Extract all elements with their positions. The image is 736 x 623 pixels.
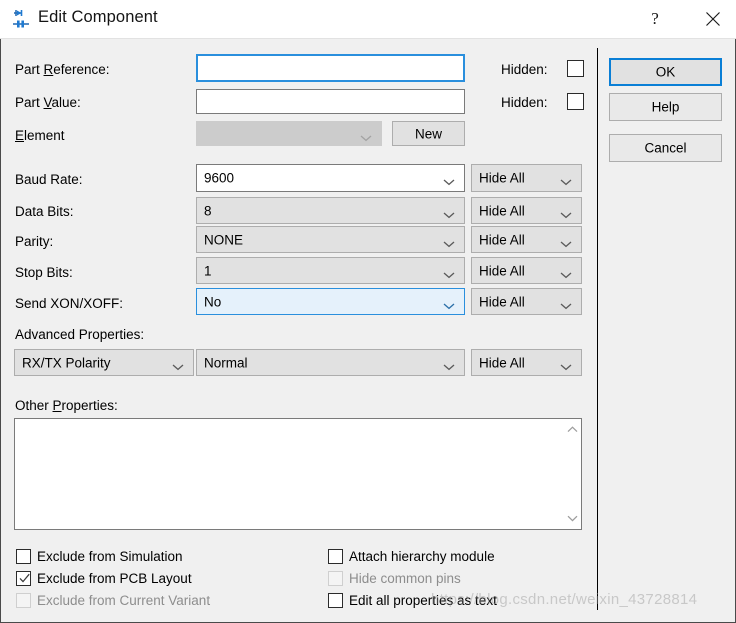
panel-divider	[597, 48, 598, 610]
baud-rate-label: Baud Rate:	[15, 172, 83, 187]
baud-rate-value: 9600	[204, 170, 235, 186]
stop-bits-label: Stop Bits:	[15, 265, 73, 280]
chevron-down-icon	[560, 236, 572, 247]
chevron-down-icon	[443, 207, 455, 218]
baud-rate-dropdown[interactable]: 9600	[196, 164, 465, 192]
chevron-down-icon	[360, 130, 372, 141]
hide-common-pins-label: Hide common pins	[349, 571, 461, 586]
ok-button[interactable]: OK	[609, 58, 722, 86]
advanced-property-value: Normal	[204, 355, 248, 370]
help-titlebar-button[interactable]: ?	[632, 0, 678, 38]
hide-common-pins-checkbox	[328, 571, 343, 586]
data-bits-label: Data Bits:	[15, 204, 74, 219]
part-value-input[interactable]	[196, 89, 465, 114]
element-label: Element	[15, 128, 65, 143]
advanced-property-name-value: RX/TX Polarity	[22, 355, 111, 370]
exclude-from-current-variant-checkbox	[16, 593, 31, 608]
advanced-property-visibility-dropdown[interactable]: Hide All	[471, 349, 582, 376]
exclude-from-current-variant-label: Exclude from Current Variant	[37, 593, 211, 608]
part-reference-label: Part Reference:	[15, 62, 110, 77]
attach-hierarchy-module-checkbox[interactable]	[328, 549, 343, 564]
exclude-from-pcb-layout-checkbox[interactable]	[16, 571, 31, 586]
question-mark-icon: ?	[651, 9, 659, 28]
title-bar: Edit Component ?	[0, 0, 736, 39]
advanced-property-value-dropdown[interactable]: Normal	[196, 349, 465, 376]
part-value-label: Part Value:	[15, 95, 81, 110]
other-properties-scrollbar[interactable]	[563, 419, 581, 529]
part-value-hidden-checkbox[interactable]	[567, 93, 584, 110]
cancel-button[interactable]: Cancel	[609, 134, 722, 162]
chevron-down-icon	[560, 174, 572, 186]
chevron-down-icon	[560, 298, 572, 309]
stop-bits-visibility-dropdown[interactable]: Hide All	[471, 257, 582, 284]
stop-bits-visibility-value: Hide All	[479, 263, 525, 278]
send-xon-xoff-dropdown[interactable]: No	[196, 288, 465, 315]
send-xon-xoff-value: No	[204, 294, 222, 309]
component-diode-icon	[10, 8, 32, 30]
advanced-property-visibility-value: Hide All	[479, 355, 525, 370]
element-dropdown	[196, 121, 382, 146]
send-xon-xoff-visibility-value: Hide All	[479, 294, 525, 309]
part-reference-input[interactable]	[196, 54, 465, 82]
help-button[interactable]: Help	[609, 93, 722, 121]
send-xon-xoff-label: Send XON/XOFF:	[15, 296, 124, 311]
chevron-down-icon	[172, 359, 184, 370]
exclude-from-simulation-label: Exclude from Simulation	[37, 549, 183, 564]
chevron-down-icon	[443, 174, 455, 186]
parity-label: Parity:	[15, 234, 54, 249]
baud-rate-visibility-value: Hide All	[479, 170, 525, 186]
other-properties-textarea[interactable]	[14, 418, 582, 530]
watermark-text: https://blog.csdn.net/weixin_43728814	[431, 591, 698, 608]
advanced-properties-label: Advanced Properties:	[15, 327, 145, 342]
exclude-from-pcb-layout-label: Exclude from PCB Layout	[37, 571, 192, 586]
attach-hierarchy-module-label: Attach hierarchy module	[349, 549, 495, 564]
stop-bits-dropdown[interactable]: 1	[196, 257, 465, 284]
chevron-down-icon	[443, 298, 455, 309]
edit-all-properties-as-text-checkbox[interactable]	[328, 593, 343, 608]
chevron-down-icon	[443, 236, 455, 247]
send-xon-xoff-visibility-dropdown[interactable]: Hide All	[471, 288, 582, 315]
data-bits-visibility-value: Hide All	[479, 203, 525, 218]
new-element-button[interactable]: New	[392, 121, 465, 146]
chevron-down-icon	[560, 267, 572, 278]
part-value-hidden-label: Hidden:	[501, 95, 548, 110]
parity-visibility-value: Hide All	[479, 232, 525, 247]
parity-dropdown[interactable]: NONE	[196, 226, 465, 253]
other-properties-label: Other Properties:	[15, 398, 118, 413]
chevron-down-icon	[560, 207, 572, 218]
part-reference-hidden-checkbox[interactable]	[567, 60, 584, 77]
data-bits-value: 8	[204, 203, 212, 218]
parity-value: NONE	[204, 232, 244, 247]
data-bits-dropdown[interactable]: 8	[196, 197, 465, 224]
edit-component-dialog: Edit Component ? Part Reference: Hidden:…	[0, 0, 736, 623]
baud-rate-visibility-dropdown[interactable]: Hide All	[471, 164, 582, 192]
close-window-button[interactable]	[690, 0, 736, 38]
chevron-down-icon	[443, 359, 455, 370]
scroll-up-icon[interactable]	[564, 421, 581, 438]
data-bits-visibility-dropdown[interactable]: Hide All	[471, 197, 582, 224]
parity-visibility-dropdown[interactable]: Hide All	[471, 226, 582, 253]
part-reference-hidden-label: Hidden:	[501, 62, 548, 77]
exclude-from-simulation-checkbox[interactable]	[16, 549, 31, 564]
stop-bits-value: 1	[204, 263, 212, 278]
check-icon	[18, 572, 31, 585]
chevron-down-icon	[443, 267, 455, 278]
chevron-down-icon	[560, 359, 572, 370]
advanced-property-name-dropdown[interactable]: RX/TX Polarity	[14, 349, 194, 376]
window-title: Edit Component	[38, 8, 158, 26]
scroll-down-icon[interactable]	[564, 510, 581, 527]
